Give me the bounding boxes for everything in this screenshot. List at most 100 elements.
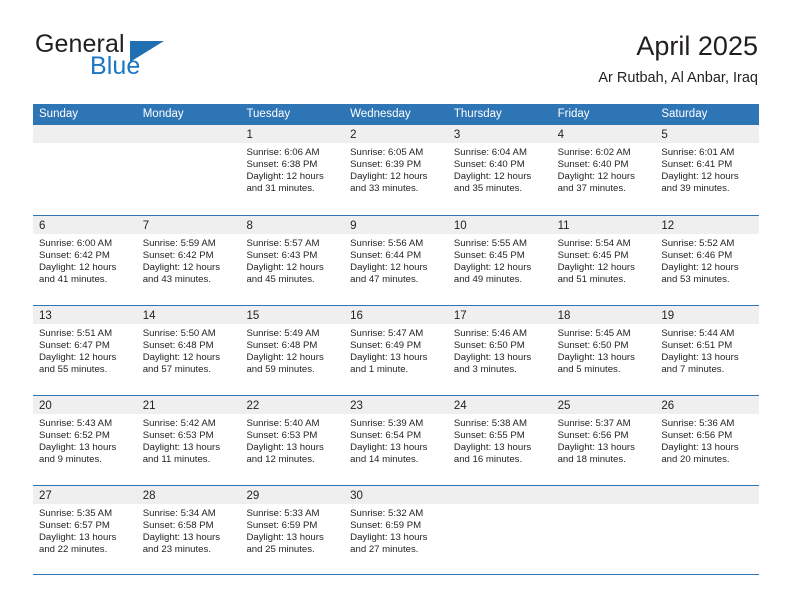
day-number-band: 29 [240, 486, 345, 504]
day-info-line: and 9 minutes. [39, 454, 102, 466]
calendar-day-cell[interactable]: 3 Sunrise: 6:04 AM Sunset: 6:40 PM Daylight… [447, 125, 552, 215]
brand-logo[interactable]: General Blue [33, 30, 293, 88]
calendar-day-cell[interactable]: 11 Sunrise: 5:54 AM Sunset: 6:45 PM Dayligh… [551, 216, 656, 305]
day-number-band: 30 [344, 486, 448, 504]
calendar-day-cell[interactable]: 18 Sunrise: 5:45 AM Sunset: 6:50 PM Dayligh… [551, 306, 656, 395]
page-title: April 2025 [636, 31, 758, 61]
day-info-line: and 1 minute. [350, 364, 409, 376]
day-info: Sunrise: 5:43 AM Sunset: 6:52 PM Daylight:… [33, 414, 137, 466]
day-info: Sunrise: 5:32 AM Sunset: 6:59 PM Daylight:… [344, 504, 448, 556]
calendar-day-cell[interactable]: 19 Sunrise: 5:44 AM Sunset: 6:51 PM Dayligh… [655, 306, 760, 395]
calendar-day-cell[interactable]: 7 Sunrise: 5:59 AM Sunset: 6:42 PM Daylight… [136, 216, 241, 305]
day-number-band [447, 486, 552, 504]
day-number-band: 5 [655, 125, 760, 143]
weekday-header-row: Sunday Monday Tuesday Wednesday Thursday Frid… [33, 104, 759, 125]
calendar-day-cell[interactable]: 13 Sunrise: 5:51 AM Sunset: 6:47 PM Dayligh… [33, 306, 137, 395]
day-info-line: Sunrise: 5:32 AM [350, 508, 424, 519]
day-info-line: Daylight: 13 hours [142, 532, 221, 544]
day-info-line: Daylight: 13 hours [39, 532, 117, 544]
calendar-day-cell[interactable]: 8 Sunrise: 5:57 AM Sunset: 6:43 PM Daylight… [240, 216, 345, 305]
day-info-line: and 45 minutes. [246, 274, 315, 286]
day-number-band: 1 [240, 125, 345, 143]
day-info-line: Daylight: 13 hours [350, 442, 428, 454]
day-number: 11 [557, 220, 570, 232]
day-number: 10 [453, 220, 467, 232]
calendar-day-cell[interactable]: 17 Sunrise: 5:46 AM Sunset: 6:50 PM Dayligh… [447, 306, 552, 395]
calendar-day-cell[interactable]: 4 Sunrise: 6:02 AM Sunset: 6:40 PM Daylight… [551, 125, 656, 215]
day-number-band [136, 125, 241, 143]
calendar-day-cell-empty [655, 486, 760, 574]
day-info-line: Sunset: 6:43 PM [246, 250, 318, 262]
day-number-band: 16 [344, 306, 448, 324]
day-info-line: Daylight: 13 hours [557, 352, 635, 364]
day-info-line: Sunrise: 5:44 AM [661, 328, 735, 339]
day-info: Sunrise: 5:56 AM Sunset: 6:44 PM Daylight:… [344, 234, 448, 286]
calendar-day-cell[interactable]: 28 Sunrise: 5:34 AM Sunset: 6:58 PM Dayligh… [136, 486, 241, 574]
day-info-line: and 39 minutes. [661, 183, 730, 195]
calendar-day-cell[interactable]: 30 Sunrise: 5:32 AM Sunset: 6:59 PM Dayligh… [344, 486, 448, 574]
day-info-line: Sunrise: 5:34 AM [142, 508, 216, 519]
day-info: Sunrise: 5:36 AM Sunset: 6:56 PM Daylight:… [655, 414, 759, 466]
day-info-line: and 51 minutes. [557, 274, 626, 286]
day-info: Sunrise: 5:37 AM Sunset: 6:56 PM Daylight:… [552, 414, 656, 466]
calendar-day-cell[interactable]: 16 Sunrise: 5:47 AM Sunset: 6:49 PM Dayligh… [344, 306, 448, 395]
calendar-day-cell[interactable]: 14 Sunrise: 5:50 AM Sunset: 6:48 PM Dayligh… [136, 306, 241, 395]
calendar-day-cell[interactable]: 22 Sunrise: 5:40 AM Sunset: 6:53 PM Dayligh… [240, 396, 345, 485]
day-number-band: 24 [447, 396, 552, 414]
day-info-line: and 33 minutes. [350, 183, 419, 195]
day-info-line: and 14 minutes. [350, 454, 419, 466]
calendar-day-cell[interactable]: 15 Sunrise: 5:49 AM Sunset: 6:48 PM Dayligh… [240, 306, 345, 395]
day-info-line: Daylight: 13 hours [350, 532, 428, 544]
day-info-line: and 11 minutes. [142, 454, 211, 466]
day-info: Sunrise: 5:55 AM Sunset: 6:45 PM Daylight:… [448, 234, 552, 286]
day-info-line: Sunset: 6:49 PM [350, 340, 422, 352]
calendar-day-cell[interactable]: 6 Sunrise: 6:00 AM Sunset: 6:42 PM Daylight… [33, 216, 137, 305]
calendar-day-cell[interactable]: 2 Sunrise: 6:05 AM Sunset: 6:39 PM Daylight… [344, 125, 448, 215]
day-info: Sunrise: 5:57 AM Sunset: 6:43 PM Daylight:… [240, 234, 344, 286]
calendar-day-cell[interactable]: 10 Sunrise: 5:55 AM Sunset: 6:45 PM Dayligh… [447, 216, 552, 305]
calendar-day-cell[interactable]: 23 Sunrise: 5:39 AM Sunset: 6:54 PM Dayligh… [344, 396, 448, 485]
day-info-line: and 47 minutes. [350, 274, 419, 286]
day-info: Sunrise: 5:51 AM Sunset: 6:47 PM Daylight:… [33, 324, 137, 376]
calendar-day-cell[interactable]: 12 Sunrise: 5:52 AM Sunset: 6:46 PM Dayligh… [655, 216, 760, 305]
day-info-line: Sunset: 6:53 PM [142, 430, 214, 442]
calendar-day-cell[interactable]: 29 Sunrise: 5:33 AM Sunset: 6:59 PM Dayligh… [240, 486, 345, 574]
calendar-day-cell[interactable]: 24 Sunrise: 5:38 AM Sunset: 6:55 PM Dayligh… [447, 396, 552, 485]
day-info-line: Daylight: 12 hours [246, 352, 324, 364]
day-info-line: Sunrise: 5:54 AM [557, 238, 631, 249]
calendar-week-row: 1 Sunrise: 6:06 AM Sunset: 6:38 PM Daylight… [33, 125, 760, 215]
day-number: 26 [661, 400, 675, 412]
calendar-day-cell[interactable]: 20 Sunrise: 5:43 AM Sunset: 6:52 PM Dayligh… [33, 396, 137, 485]
day-info-line: Sunrise: 5:47 AM [350, 328, 424, 339]
calendar-day-cell[interactable]: 27 Sunrise: 5:35 AM Sunset: 6:57 PM Dayligh… [33, 486, 137, 574]
day-info-line: and 23 minutes. [142, 544, 211, 556]
calendar-day-cell[interactable]: 26 Sunrise: 5:36 AM Sunset: 6:56 PM Dayligh… [655, 396, 760, 485]
day-info-line: Sunrise: 5:38 AM [453, 418, 527, 429]
day-number: 23 [350, 400, 363, 412]
day-info-line: Sunset: 6:58 PM [142, 520, 214, 532]
day-info-line: and 31 minutes. [246, 183, 315, 195]
day-info-line: Sunset: 6:38 PM [246, 159, 318, 171]
calendar-day-cell[interactable]: 5 Sunrise: 6:01 AM Sunset: 6:41 PM Daylight… [655, 125, 760, 215]
calendar-day-cell[interactable]: 1 Sunrise: 6:06 AM Sunset: 6:38 PM Daylight… [240, 125, 345, 215]
day-info: Sunrise: 5:34 AM Sunset: 6:58 PM Daylight:… [137, 504, 241, 556]
day-info: Sunrise: 5:42 AM Sunset: 6:53 PM Daylight:… [137, 414, 241, 466]
day-info-line: Daylight: 12 hours [39, 352, 117, 364]
calendar-week-row: 13 Sunrise: 5:51 AM Sunset: 6:47 PM Dayligh… [33, 305, 760, 395]
day-info-line: Daylight: 13 hours [661, 352, 739, 364]
day-info-line: Sunset: 6:39 PM [350, 159, 422, 171]
day-info-line: Sunrise: 5:57 AM [246, 238, 320, 249]
day-info-line: Sunrise: 5:51 AM [39, 328, 113, 339]
day-info: Sunrise: 5:47 AM Sunset: 6:49 PM Daylight:… [344, 324, 448, 376]
calendar-day-cell[interactable]: 21 Sunrise: 5:42 AM Sunset: 6:53 PM Dayligh… [136, 396, 241, 485]
calendar-day-cell[interactable]: 25 Sunrise: 5:37 AM Sunset: 6:56 PM Dayligh… [551, 396, 656, 485]
day-number: 27 [39, 490, 52, 502]
day-number: 15 [246, 310, 260, 322]
day-number: 2 [350, 129, 357, 141]
calendar-day-cell[interactable]: 9 Sunrise: 5:56 AM Sunset: 6:44 PM Daylight… [344, 216, 448, 305]
weekday-header-thursday: Thursday [453, 108, 502, 120]
day-info-line: and 41 minutes. [39, 274, 108, 286]
day-number: 22 [246, 400, 260, 412]
day-info-line: Sunset: 6:53 PM [246, 430, 318, 442]
day-info-line: Daylight: 13 hours [453, 442, 532, 454]
